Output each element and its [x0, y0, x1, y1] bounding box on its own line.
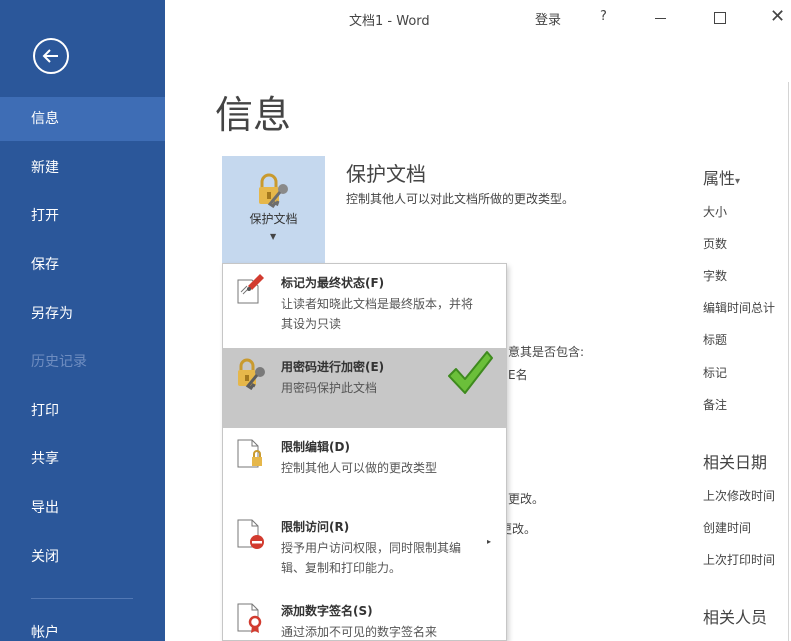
chevron-down-icon: ▾ — [735, 176, 741, 187]
property-tags: 标记 — [703, 366, 728, 380]
restrict-editing-icon — [237, 439, 262, 468]
mark-final-icon — [237, 274, 264, 304]
lock-key-icon — [238, 358, 265, 390]
menu-item-title: 限制编辑(D) — [281, 440, 350, 454]
protect-heading: 保护文档 — [346, 162, 426, 186]
sidebar-item-info[interactable]: 信息 — [0, 97, 165, 141]
date-last-modified: 上次修改时间 — [703, 489, 776, 503]
menu-item-title: 用密码进行加密(E) — [281, 360, 385, 374]
date-last-printed: 上次打印时间 — [703, 553, 776, 567]
sidebar-item-print[interactable]: 打印 — [0, 389, 165, 433]
property-size: 大小 — [703, 205, 728, 219]
menu-item-title: 添加数字签名(S) — [281, 604, 373, 618]
backstage-sidebar: 信息 新建 打开 保存 另存为 历史记录 打印 共享 导出 关闭 帐户 — [0, 0, 165, 641]
sidebar-item-export[interactable]: 导出 — [0, 486, 165, 530]
protect-document-menu: 标记为最终状态(F) 让读者知晓此文档是最终版本，并将其设为只读 用密码进行加密… — [222, 263, 507, 641]
sidebar-item-new[interactable]: 新建 — [0, 146, 165, 190]
menu-item-description: 授予用户访问权限，同时限制其编辑、复制和打印能力。 — [281, 541, 462, 575]
maximize-button[interactable] — [714, 12, 726, 24]
property-pages: 页数 — [703, 237, 728, 251]
close-window-button[interactable]: ✕ — [770, 6, 785, 27]
sidebar-item-account[interactable]: 帐户 — [0, 611, 165, 641]
digital-signature-icon — [237, 603, 262, 633]
sidebar-item-open[interactable]: 打开 — [0, 194, 165, 238]
checkmark-icon — [448, 351, 493, 394]
menu-item-mark-final[interactable]: 标记为最终状态(F) 让读者知晓此文档是最终版本，并将其设为只读 — [223, 264, 506, 348]
sidebar-item-save[interactable]: 保存 — [0, 243, 165, 287]
protect-description: 控制其他人可以对此文档所做的更改类型。 — [346, 192, 575, 206]
sidebar-item-share[interactable]: 共享 — [0, 437, 165, 481]
date-created: 创建时间 — [703, 521, 752, 535]
inspect-text-fragment: 意其是否包含: — [508, 345, 585, 359]
related-people-title: 相关人员 — [703, 608, 768, 627]
menu-item-restrict-editing[interactable]: 限制编辑(D) 控制其他人可以做的更改类型 — [223, 428, 506, 508]
properties-title: 属性 — [703, 169, 736, 188]
dropdown-caret-icon: ▼ — [270, 232, 277, 241]
property-comments: 备注 — [703, 398, 728, 412]
protect-document-label: 保护文档 — [249, 212, 298, 226]
sidebar-item-save-as[interactable]: 另存为 — [0, 292, 165, 336]
inspect-text-fragment-2: E名 — [508, 368, 528, 382]
lock-key-icon — [259, 173, 288, 208]
property-words: 字数 — [703, 269, 728, 283]
submenu-arrow-icon: ▸ — [487, 537, 492, 546]
window-title: 文档1 - Word — [349, 14, 430, 29]
sidebar-item-history: 历史记录 — [31, 354, 87, 370]
properties-dropdown[interactable]: 属性▾ — [703, 165, 740, 189]
menu-item-title: 限制访问(R) — [281, 520, 350, 534]
scrollbar-track[interactable] — [788, 82, 789, 641]
back-button[interactable] — [33, 38, 69, 74]
back-arrow-icon — [42, 49, 58, 63]
sidebar-item-close[interactable]: 关闭 — [0, 535, 165, 579]
menu-item-description: 通过添加不可见的数字签名来 — [281, 625, 438, 639]
help-button[interactable]: ? — [600, 9, 607, 24]
menu-item-title: 标记为最终状态(F) — [281, 276, 385, 290]
property-title: 标题 — [703, 333, 728, 347]
restrict-access-icon — [237, 519, 264, 549]
menu-item-description: 控制其他人可以做的更改类型 — [281, 461, 438, 475]
word-backstage-window: 信息 新建 打开 保存 另存为 历史记录 打印 共享 导出 关闭 帐户 文档1 … — [0, 0, 791, 641]
menu-item-digital-signature[interactable]: 添加数字签名(S) 通过添加不可见的数字签名来 — [223, 592, 506, 640]
sidebar-divider — [31, 598, 133, 599]
page-title: 信息 — [215, 93, 292, 137]
protect-document-button[interactable]: 保护文档 ▼ — [222, 156, 325, 270]
minimize-button[interactable] — [655, 18, 666, 19]
menu-item-restrict-access[interactable]: 限制访问(R) 授予用户访问权限，同时限制其编辑、复制和打印能力。 ▸ — [223, 508, 506, 592]
login-link[interactable]: 登录 — [535, 9, 561, 28]
menu-item-description: 让读者知晓此文档是最终版本，并将其设为只读 — [281, 297, 474, 331]
related-dates-title: 相关日期 — [703, 453, 768, 472]
property-edit-time: 编辑时间总计 — [703, 301, 776, 315]
